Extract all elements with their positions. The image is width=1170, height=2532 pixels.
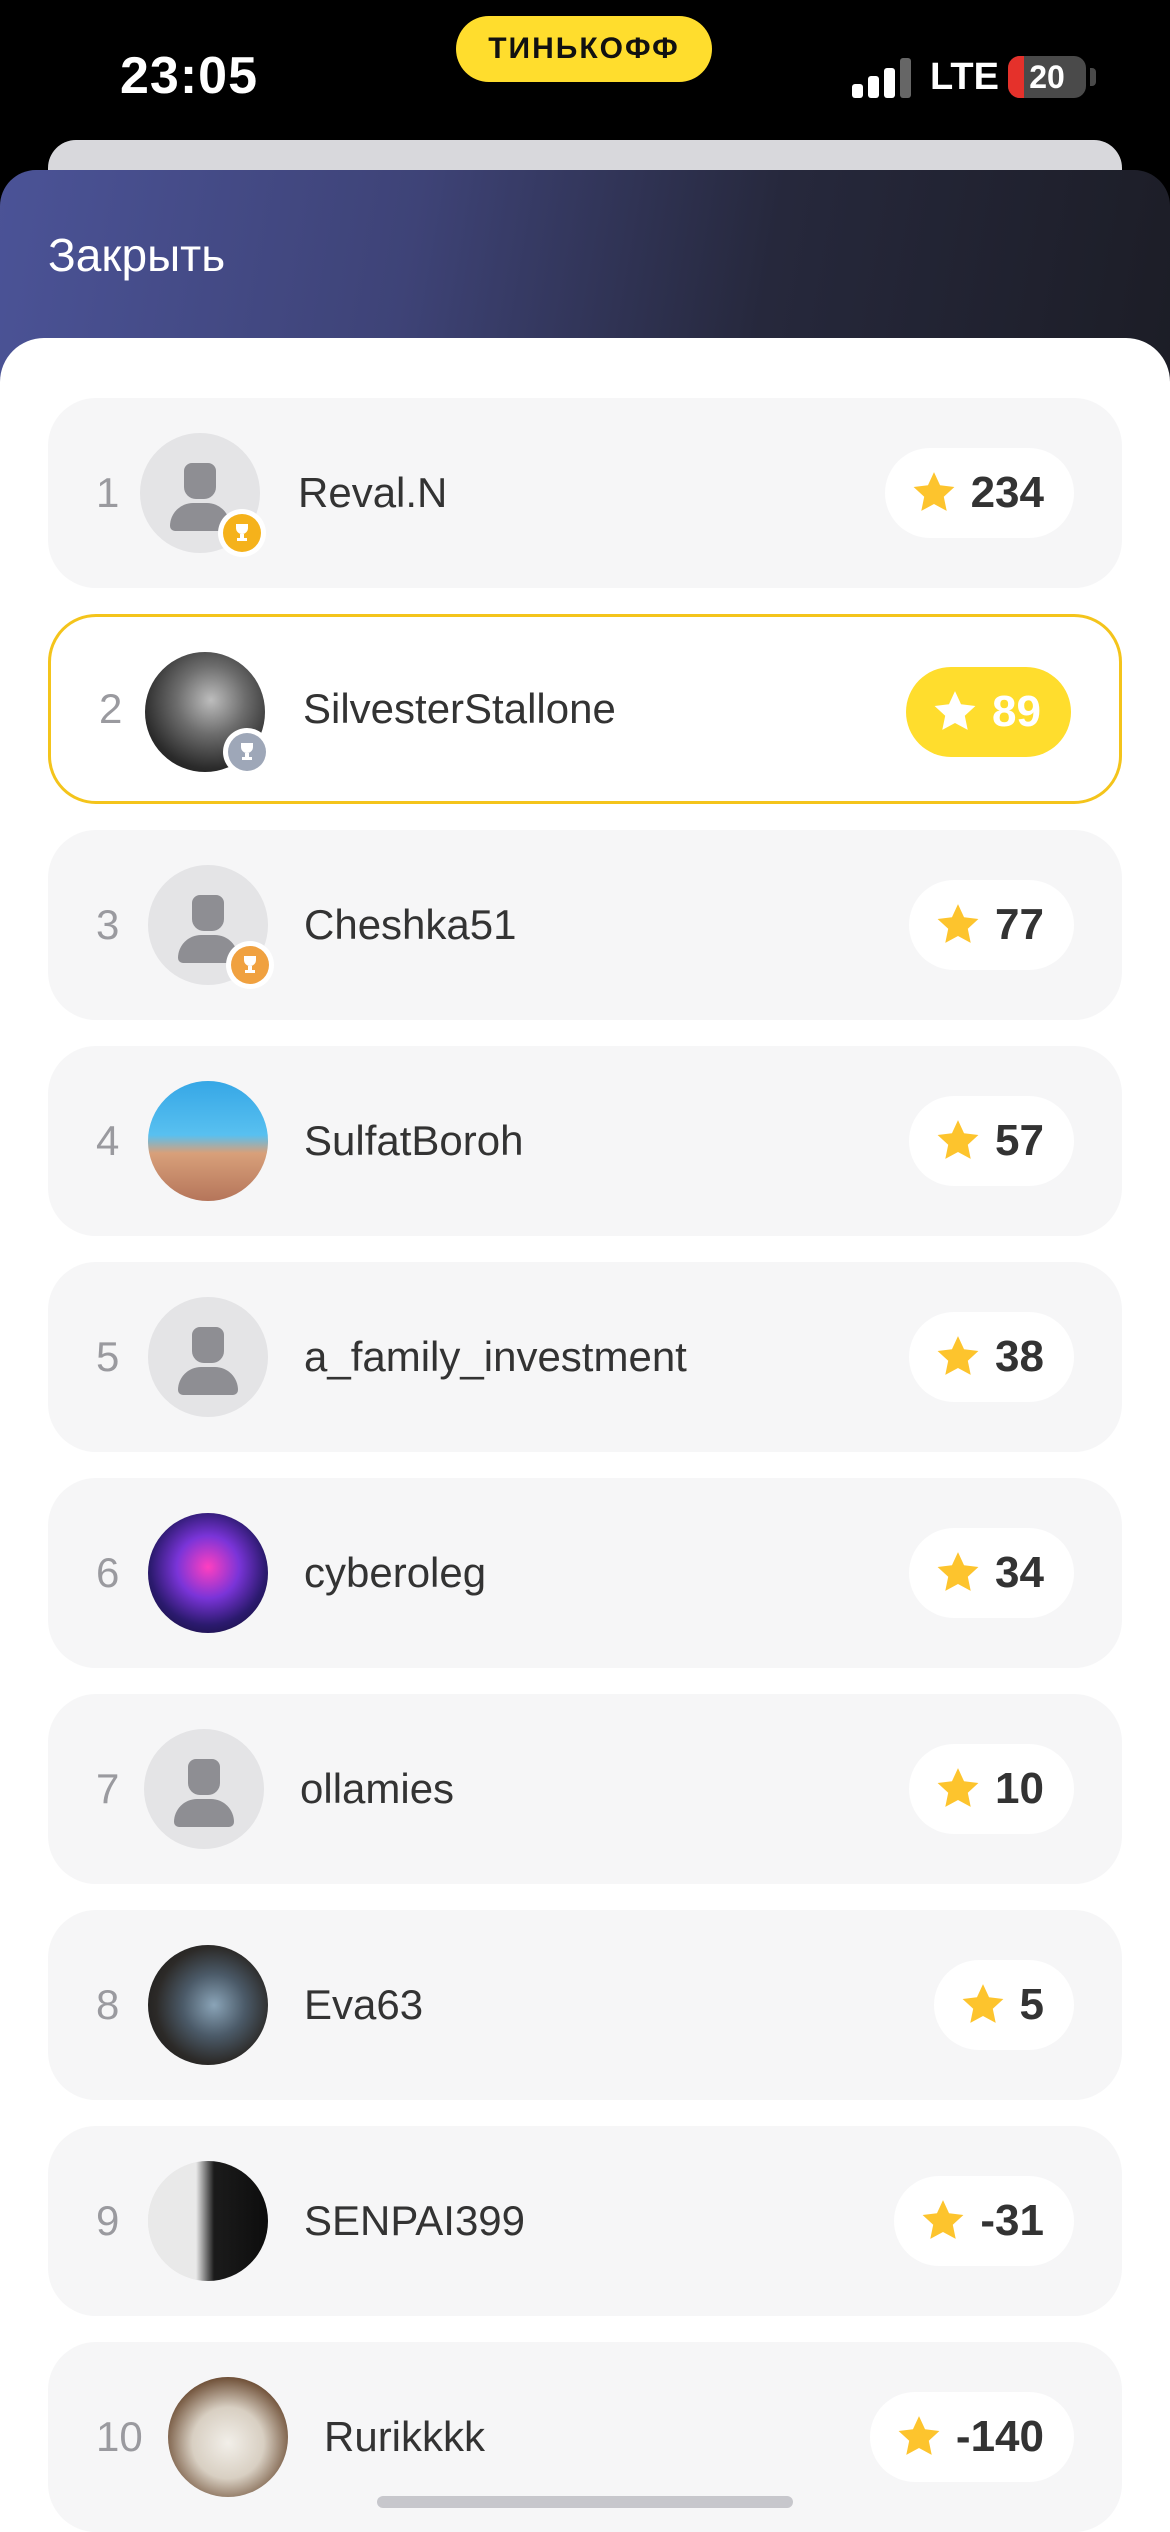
status-time: 23:05: [120, 47, 258, 105]
leaderboard-row[interactable]: 8 Eva63 5: [48, 1910, 1122, 2100]
rank-number: 4: [96, 1117, 120, 1164]
user-avatar-photo: [168, 2377, 288, 2497]
score-value: 57: [995, 1116, 1044, 1165]
score-pill: -140: [869, 2392, 1074, 2482]
user-avatar-photo: [148, 2161, 268, 2281]
leaderboard-panel: 1 Reval.N 234 2 SilvesterStallone 89 3 C…: [0, 338, 1170, 2532]
score-pill: -31: [894, 2176, 1074, 2266]
leaderboard-row[interactable]: 7 ollamies 10: [48, 1694, 1122, 1884]
leaderboard-row[interactable]: 3 Cheshka51 77: [48, 830, 1122, 1020]
leaderboard-row[interactable]: 1 Reval.N 234: [48, 398, 1122, 588]
score-pill: 5: [933, 1960, 1074, 2050]
star-icon: [913, 472, 954, 511]
username: Cheshka51: [304, 901, 517, 948]
star-icon: [898, 2416, 940, 2455]
score-value: 77: [995, 900, 1044, 949]
score-value: 89: [992, 687, 1041, 736]
leaderboard-row-current-user[interactable]: 2 SilvesterStallone 89: [48, 614, 1122, 804]
rank-number: 9: [96, 2197, 120, 2244]
rank-number: 1: [96, 469, 120, 516]
user-avatar-photo: [148, 1513, 268, 1633]
leaderboard-row[interactable]: 9 SENPAI399 -31: [48, 2126, 1122, 2316]
cellular-signal-icon: [852, 58, 914, 98]
star-icon: [937, 1552, 979, 1591]
leaderboard-row[interactable]: 6 cyberoleg 34: [48, 1478, 1122, 1668]
rank-number: 6: [96, 1549, 120, 1596]
rank-number: 5: [96, 1333, 120, 1380]
score-pill: 10: [909, 1744, 1074, 1834]
score-value: 234: [970, 468, 1044, 517]
username: SilvesterStallone: [303, 685, 616, 732]
score-pill: 57: [909, 1096, 1074, 1186]
username: a_family_investment: [304, 1333, 687, 1380]
home-indicator[interactable]: [377, 2496, 793, 2508]
user-avatar-photo: [148, 1081, 268, 1201]
star-icon: [962, 1984, 1003, 2023]
score-value: 5: [1019, 1980, 1044, 2029]
close-button[interactable]: Закрыть: [48, 228, 225, 282]
rank-number: 10: [96, 2413, 143, 2460]
score-pill: 77: [909, 880, 1074, 970]
rank-number: 3: [96, 901, 120, 948]
score-pill: 234: [884, 448, 1074, 538]
score-value: 38: [995, 1332, 1044, 1381]
battery-level: 20: [1029, 58, 1065, 95]
gold-trophy-icon: [218, 509, 266, 557]
username: ollamies: [300, 1765, 455, 1812]
bronze-trophy-icon: [226, 941, 274, 989]
user-avatar-photo: [148, 1945, 268, 2065]
score-value: 10: [995, 1764, 1044, 1813]
brand-logo-pill: ТИНЬКОФФ: [456, 16, 712, 82]
silver-trophy-icon: [223, 728, 271, 776]
username: SulfatBoroh: [304, 1117, 524, 1164]
star-icon: [937, 1336, 979, 1375]
user-avatar-photo: [145, 652, 271, 776]
username: Reval.N: [298, 469, 448, 516]
battery-icon: 20: [1008, 56, 1086, 98]
score-value: -140: [955, 2412, 1044, 2461]
default-user-icon: [140, 433, 266, 557]
rank-number: 7: [96, 1765, 120, 1812]
username: Eva63: [304, 1981, 424, 2028]
star-icon: [922, 2200, 964, 2239]
score-pill: 34: [909, 1528, 1074, 1618]
score-pill: 38: [909, 1312, 1074, 1402]
star-icon: [934, 691, 976, 730]
battery-tip: [1090, 68, 1096, 86]
default-user-icon: [144, 1729, 264, 1849]
leaderboard-row[interactable]: 5 a_family_investment 38: [48, 1262, 1122, 1452]
network-type: LTE: [930, 56, 999, 98]
username: cyberoleg: [304, 1549, 487, 1596]
status-bar: 23:05 ТИНЬКОФФ LTE 20: [0, 0, 1170, 160]
score-value: 34: [995, 1548, 1044, 1597]
default-user-icon: [148, 865, 274, 989]
score-pill-highlighted: 89: [906, 667, 1071, 757]
star-icon: [937, 1768, 979, 1807]
score-value: -31: [980, 2196, 1044, 2245]
username: SENPAI399: [304, 2197, 526, 2244]
star-icon: [937, 1120, 979, 1159]
star-icon: [937, 904, 979, 943]
default-user-icon: [148, 1297, 268, 1417]
rank-number: 2: [99, 685, 123, 732]
leaderboard-row[interactable]: 4 SulfatBoroh 57: [48, 1046, 1122, 1236]
rank-number: 8: [96, 1981, 120, 2028]
